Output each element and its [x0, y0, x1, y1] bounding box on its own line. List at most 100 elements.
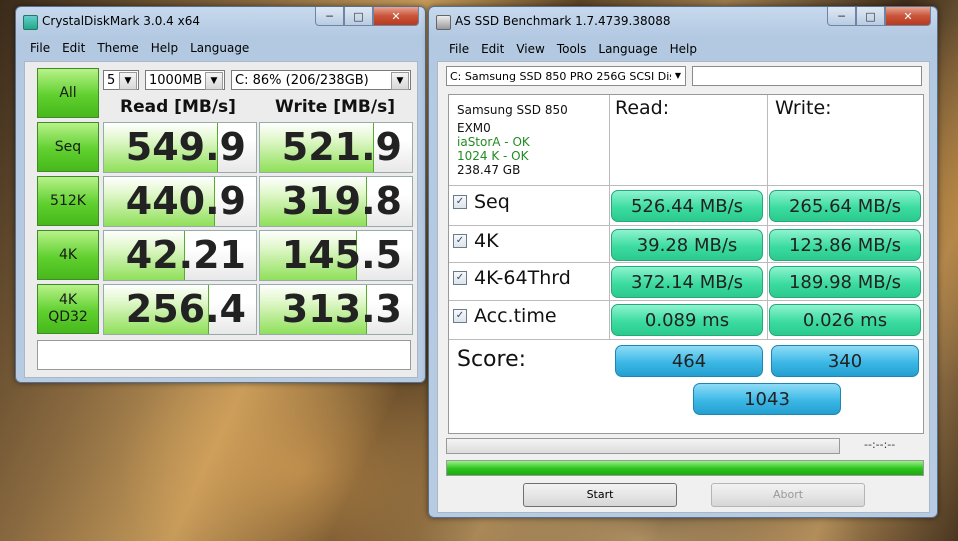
cdm-4k-qd32-read-value: 256.4: [125, 287, 246, 331]
cdm-512k-read-cell: 440.9: [103, 176, 257, 227]
cdm-minimize-button[interactable]: ─: [315, 7, 344, 26]
asssd-close-button[interactable]: ✕: [885, 7, 931, 26]
asssd-progress-bar-top: [446, 438, 840, 454]
asssd-seq-label: Seq: [474, 191, 510, 213]
asssd-seq-read-value: 526.44 MB/s: [611, 190, 763, 222]
asssd-4k-read-value: 39.28 MB/s: [611, 229, 763, 261]
cdm-client-area: All 5 ▼ 1000MB ▼ C: 86% (206/238GB) ▼ Re…: [24, 61, 418, 378]
asssd-titlebar[interactable]: AS SSD Benchmark 1.7.4739.38088 ─ □ ✕: [429, 7, 937, 35]
cdm-4k-write-value: 145.5: [281, 233, 402, 277]
cdm-maximize-button[interactable]: □: [344, 7, 373, 26]
asssd-driver-status: iaStorA - OK: [457, 135, 530, 149]
maximize-icon: □: [865, 9, 876, 23]
asssd-elapsed-time: --:--:--: [864, 438, 896, 451]
asssd-model: Samsung SSD 850: [457, 103, 568, 117]
asssd-alignment-status: 1024 K - OK: [457, 149, 529, 163]
close-icon: ✕: [391, 9, 401, 23]
cdm-menu-language[interactable]: Language: [184, 41, 255, 55]
cdm-512k-read-value: 440.9: [125, 179, 246, 223]
asssd-score-write: 340: [771, 345, 919, 377]
cdm-close-button[interactable]: ✕: [373, 7, 419, 26]
asssd-menu-tools[interactable]: Tools: [551, 42, 593, 56]
asssd-4k64-label: 4K-64Thrd: [474, 267, 571, 289]
crystaldiskmark-window: CrystalDiskMark 3.0.4 x64 ─ □ ✕ File Edi…: [15, 6, 426, 383]
asssd-write-header: Write:: [775, 97, 832, 119]
asssd-drive-info: Samsung SSD 850 EXM0 iaStorA - OK 1024 K…: [457, 103, 568, 177]
cdm-4k-button[interactable]: 4K: [37, 230, 99, 280]
cdm-all-button[interactable]: All: [37, 68, 99, 118]
cdm-drive-select[interactable]: C: 86% (206/238GB) ▼: [231, 70, 411, 90]
asssd-4k64-write-value: 189.98 MB/s: [769, 266, 921, 298]
asssd-4k-row[interactable]: ✓ 4K: [453, 230, 499, 252]
cdm-512k-write-cell: 319.8: [259, 176, 413, 227]
cdm-menu-theme[interactable]: Theme: [91, 41, 144, 55]
chevron-down-icon: ▼: [671, 67, 685, 85]
cdm-menu-file[interactable]: File: [24, 41, 56, 55]
asssd-client-area: C: Samsung SSD 850 PRO 256G SCSI Disk D …: [437, 61, 930, 513]
cdm-seq-read-value: 549.9: [125, 125, 246, 169]
cdm-seq-write-cell: 521.9: [259, 122, 413, 173]
asssd-4k64-read-value: 372.14 MB/s: [611, 266, 763, 298]
close-icon: ✕: [903, 9, 913, 23]
cdm-4k-write-cell: 145.5: [259, 230, 413, 281]
asssd-app-icon: [436, 15, 451, 30]
cdm-seq-button[interactable]: Seq: [37, 122, 99, 172]
asssd-drive-value: C: Samsung SSD 850 PRO 256G SCSI Disk D: [450, 70, 686, 83]
asssd-menu-help[interactable]: Help: [664, 42, 703, 56]
cdm-comment-field[interactable]: [37, 340, 411, 370]
asssd-minimize-button[interactable]: ─: [827, 7, 856, 26]
asssd-seq-row[interactable]: ✓ Seq: [453, 191, 510, 213]
asssd-menu-language[interactable]: Language: [592, 42, 663, 56]
asssd-score-total: 1043: [693, 383, 841, 415]
asssd-menu-file[interactable]: File: [443, 42, 475, 56]
cdm-4k-qd32-write-value: 313.3: [281, 287, 402, 331]
cdm-window-title: CrystalDiskMark 3.0.4 x64: [42, 14, 200, 28]
cdm-menubar: File Edit Theme Help Language: [24, 41, 255, 55]
asssd-read-header: Read:: [615, 97, 670, 119]
checkbox-checked-icon[interactable]: ✓: [453, 195, 467, 209]
cdm-4k-qd32-read-cell: 256.4: [103, 284, 257, 335]
asssd-4k-label: 4K: [474, 230, 499, 252]
cdm-512k-write-value: 319.8: [281, 179, 402, 223]
asssd-menu-view[interactable]: View: [510, 42, 550, 56]
cdm-size-select[interactable]: 1000MB ▼: [145, 70, 225, 90]
chevron-down-icon: ▼: [205, 72, 223, 90]
cdm-menu-edit[interactable]: Edit: [56, 41, 91, 55]
asssd-abort-button[interactable]: Abort: [711, 483, 865, 507]
cdm-menu-help[interactable]: Help: [145, 41, 184, 55]
cdm-4k-qd32-write-cell: 313.3: [259, 284, 413, 335]
asssd-4k64-row[interactable]: ✓ 4K-64Thrd: [453, 267, 571, 289]
cdm-512k-button[interactable]: 512K: [37, 176, 99, 226]
asssd-start-button[interactable]: Start: [523, 483, 677, 507]
checkbox-checked-icon[interactable]: ✓: [453, 234, 467, 248]
asssd-secondary-field[interactable]: [692, 66, 922, 86]
asssd-window-title: AS SSD Benchmark 1.7.4739.38088: [455, 14, 671, 28]
cdm-4k-read-cell: 42.21: [103, 230, 257, 281]
asssd-maximize-button[interactable]: □: [856, 7, 885, 26]
asssd-progress-bar-bottom: [446, 460, 924, 476]
cdm-titlebar[interactable]: CrystalDiskMark 3.0.4 x64 ─ □ ✕: [16, 7, 425, 35]
cdm-drive-value: C: 86% (206/238GB): [235, 73, 369, 88]
chevron-down-icon: ▼: [391, 72, 409, 90]
asssd-acctime-row[interactable]: ✓ Acc.time: [453, 305, 557, 327]
asssd-firmware: EXM0: [457, 121, 491, 135]
chevron-down-icon: ▼: [119, 72, 137, 90]
minimize-icon: ─: [838, 9, 845, 23]
asssd-acctime-write-value: 0.026 ms: [769, 304, 921, 336]
cdm-count-select[interactable]: 5 ▼: [103, 70, 139, 90]
asssd-menu-edit[interactable]: Edit: [475, 42, 510, 56]
asssd-4k-write-value: 123.86 MB/s: [769, 229, 921, 261]
cdm-write-header: Write [MB/s]: [275, 97, 395, 117]
cdm-4k-qd32-button[interactable]: 4K QD32: [37, 284, 99, 334]
cdm-size-value: 1000MB: [149, 73, 203, 88]
asssd-acctime-read-value: 0.089 ms: [611, 304, 763, 336]
cdm-seq-write-value: 521.9: [281, 125, 402, 169]
asssd-progress-fill-bottom: [447, 461, 923, 475]
checkbox-checked-icon[interactable]: ✓: [453, 309, 467, 323]
minimize-icon: ─: [326, 9, 333, 23]
checkbox-checked-icon[interactable]: ✓: [453, 271, 467, 285]
cdm-read-header: Read [MB/s]: [120, 97, 236, 117]
cdm-count-value: 5: [107, 73, 116, 88]
asssd-drive-select[interactable]: C: Samsung SSD 850 PRO 256G SCSI Disk D …: [446, 66, 686, 86]
asssd-acctime-label: Acc.time: [474, 305, 557, 327]
